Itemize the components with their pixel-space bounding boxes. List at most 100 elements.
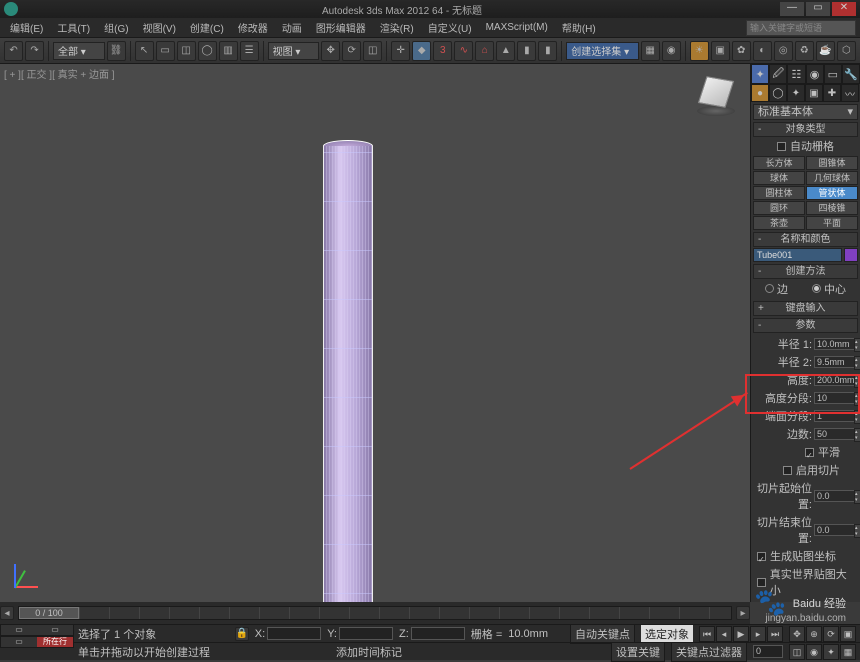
category-select[interactable]: 标准基本体▾ xyxy=(753,104,858,120)
slice-on-check[interactable] xyxy=(783,466,792,475)
menu-group[interactable]: 组(G) xyxy=(98,18,134,37)
nav-d[interactable]: ▦ xyxy=(840,644,856,660)
real-uv-check[interactable] xyxy=(757,578,766,587)
snap-toggle[interactable]: ✛ xyxy=(391,41,410,61)
obj-teapot[interactable]: 茶壶 xyxy=(753,216,805,230)
goto-start-button[interactable]: ⏮ xyxy=(699,626,715,642)
timeline-next[interactable]: ▸ xyxy=(736,606,750,620)
height-spinner[interactable]: 200.0mm xyxy=(814,374,856,386)
viewcube[interactable] xyxy=(696,74,736,114)
array-button[interactable]: ▮ xyxy=(538,41,557,61)
percent-snap-toggle[interactable]: 3 xyxy=(433,41,452,61)
rect-select-button[interactable]: ▭ xyxy=(156,41,175,61)
tool-b[interactable]: ✿ xyxy=(732,41,751,61)
nav-c[interactable]: ✦ xyxy=(823,644,839,660)
maximize-button[interactable]: ▭ xyxy=(806,2,830,16)
obj-torus[interactable]: 圆环 xyxy=(753,201,805,215)
tab-hierarchy[interactable]: ☷ xyxy=(787,64,805,84)
gen-uv-check[interactable] xyxy=(757,552,766,561)
sub-helpers[interactable]: ✚ xyxy=(823,84,841,102)
angle-snap-toggle[interactable]: ◆ xyxy=(412,41,431,61)
y-coord-input[interactable] xyxy=(339,627,393,640)
set-key-button[interactable]: 设置关键 xyxy=(611,642,665,662)
menu-help[interactable]: 帮助(H) xyxy=(556,18,602,37)
height-segs-spinner[interactable]: 10 xyxy=(814,392,856,404)
layer-select[interactable]: 全部 ▾ xyxy=(53,42,105,60)
cap-segs-spinner[interactable]: 1 xyxy=(814,410,856,422)
sub-shapes[interactable]: ◯ xyxy=(769,84,787,102)
auto-key-button[interactable]: 自动关键点 xyxy=(570,624,635,644)
play-button[interactable]: ▶ xyxy=(733,626,749,642)
menu-create[interactable]: 创建(C) xyxy=(184,18,230,37)
viewport-label[interactable]: [ + ][ 正交 ][ 真实 + 边面 ] xyxy=(4,66,115,81)
auto-grid-check[interactable] xyxy=(777,142,786,151)
nav-pan-button[interactable]: ✥ xyxy=(789,626,805,642)
time-slider[interactable]: 0 / 100 xyxy=(18,606,732,620)
timeline-prev[interactable]: ◂ xyxy=(0,606,14,620)
rollout-parameters[interactable]: 参数 xyxy=(753,318,858,333)
obj-plane[interactable]: 平面 xyxy=(806,216,858,230)
obj-tube[interactable]: 管状体 xyxy=(806,186,858,200)
nav-zoom-button[interactable]: ⊕ xyxy=(806,626,822,642)
rollout-object-type[interactable]: 对象类型 xyxy=(753,122,858,137)
nav-a[interactable]: ◫ xyxy=(789,644,805,660)
filter-button[interactable]: ▥ xyxy=(219,41,238,61)
minimize-button[interactable]: — xyxy=(780,2,804,16)
mirror-button[interactable]: ▲ xyxy=(496,41,515,61)
tab-modify[interactable]: 🖉 xyxy=(769,64,787,84)
key-mode-b[interactable]: ▭ xyxy=(37,625,73,635)
tab-create[interactable]: ✦ xyxy=(751,64,769,84)
tool-d[interactable]: ◎ xyxy=(774,41,793,61)
align-button[interactable]: ▮ xyxy=(517,41,536,61)
render-setup-button[interactable]: ☀ xyxy=(690,41,709,61)
tab-motion[interactable]: ◉ xyxy=(806,64,824,84)
x-coord-input[interactable] xyxy=(267,627,321,640)
smooth-check[interactable] xyxy=(805,448,814,457)
tab-display[interactable]: ▭ xyxy=(824,64,842,84)
method-edge-radio[interactable] xyxy=(765,284,774,293)
menu-edit[interactable]: 编辑(E) xyxy=(4,18,49,37)
sub-lights[interactable]: ✦ xyxy=(787,84,805,102)
app-icon[interactable] xyxy=(4,2,18,16)
obj-cylinder[interactable]: 圆柱体 xyxy=(753,186,805,200)
method-center-radio[interactable] xyxy=(812,284,821,293)
lasso-button[interactable]: ◯ xyxy=(198,41,217,61)
obj-cone[interactable]: 圆锥体 xyxy=(806,156,858,170)
scale-button[interactable]: ◫ xyxy=(363,41,382,61)
menu-tools[interactable]: 工具(T) xyxy=(51,18,96,37)
move-button[interactable]: ✥ xyxy=(321,41,340,61)
tab-utilities[interactable]: 🔧 xyxy=(842,64,860,84)
sub-space-warps[interactable]: 〰 xyxy=(841,84,859,102)
next-frame-button[interactable]: ▸ xyxy=(750,626,766,642)
menu-graph[interactable]: 图形编辑器 xyxy=(310,18,372,37)
spinner-snap-toggle[interactable]: ∿ xyxy=(454,41,473,61)
search-input[interactable]: 输入关键字或短语 xyxy=(746,20,856,36)
rollout-keyboard-entry[interactable]: 键盘输入 xyxy=(753,301,858,316)
nav-orbit-button[interactable]: ⟳ xyxy=(823,626,839,642)
object-name-input[interactable]: Tube001 xyxy=(753,248,842,262)
material-editor-button[interactable]: ◉ xyxy=(662,41,681,61)
radius2-spinner[interactable]: 9.5mm xyxy=(814,356,856,368)
by-name-button[interactable]: ☰ xyxy=(240,41,259,61)
menu-animation[interactable]: 动画 xyxy=(276,18,308,37)
obj-box[interactable]: 长方体 xyxy=(753,156,805,170)
rollout-name-color[interactable]: 名称和颜色 xyxy=(753,232,858,247)
obj-pyramid[interactable]: 四棱锥 xyxy=(806,201,858,215)
sub-geometry[interactable]: ● xyxy=(751,84,769,102)
radius1-spinner[interactable]: 10.0mm xyxy=(814,338,856,350)
redo-button[interactable]: ↷ xyxy=(25,41,44,61)
menu-view[interactable]: 视图(V) xyxy=(137,18,182,37)
slice-to-spinner[interactable]: 0.0 xyxy=(814,524,856,536)
key-mode-a[interactable]: ▭ xyxy=(1,625,37,635)
add-time-tag-button[interactable]: 添加时间标记 xyxy=(336,644,402,660)
obj-geosphere[interactable]: 几何球体 xyxy=(806,171,858,185)
close-button[interactable]: ✕ xyxy=(832,2,856,16)
menu-render[interactable]: 渲染(R) xyxy=(374,18,420,37)
z-coord-input[interactable] xyxy=(411,627,465,640)
menu-maxscript[interactable]: MAXScript(M) xyxy=(480,20,554,35)
menu-modifiers[interactable]: 修改器 xyxy=(232,18,274,37)
prev-frame-button[interactable]: ◂ xyxy=(716,626,732,642)
sides-spinner[interactable]: 50 xyxy=(814,428,856,440)
window-crossing-button[interactable]: ◫ xyxy=(177,41,196,61)
quick-render-button[interactable]: ☕ xyxy=(816,41,835,61)
